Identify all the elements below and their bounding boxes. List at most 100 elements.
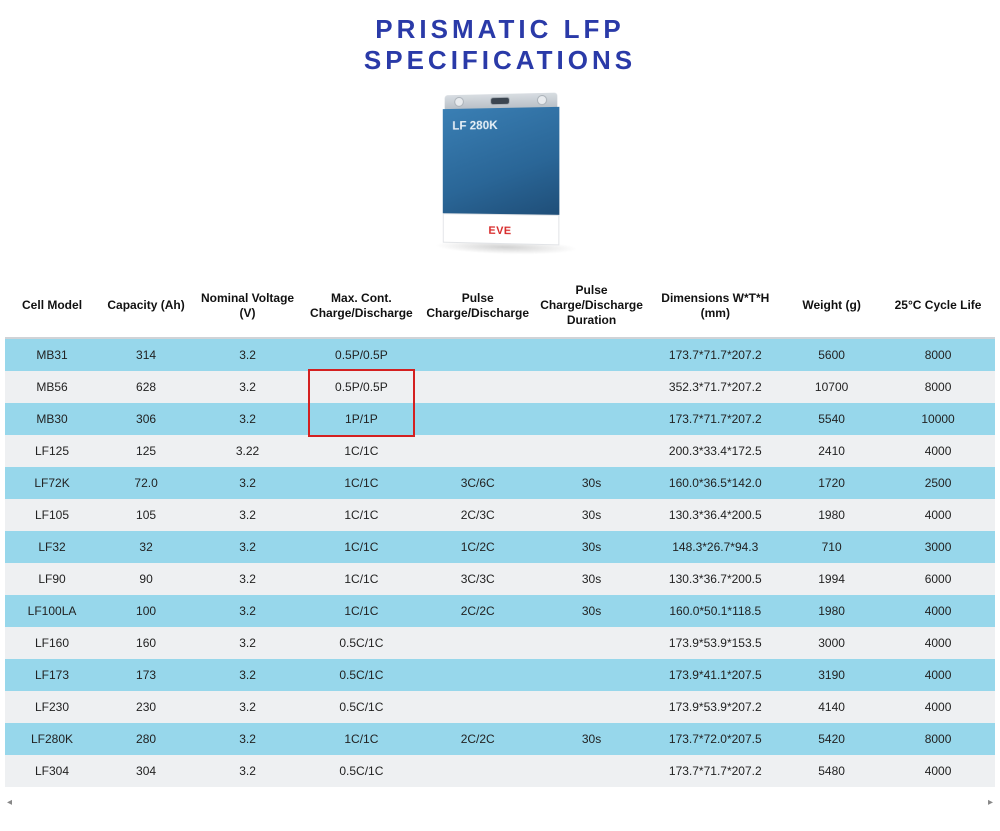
cell-weight: 3190 xyxy=(782,659,881,691)
cell-pdur: 30s xyxy=(535,499,649,531)
table-row: LF1601603.20.5C/1C173.9*53.9*153.5300040… xyxy=(5,627,995,659)
table-row: MB303063.21P/1P173.7*71.7*207.2554010000 xyxy=(5,403,995,435)
battery-illustration: LF 280K EVE xyxy=(443,93,560,248)
spec-table: Cell Model Capacity (Ah) Nominal Voltage… xyxy=(5,274,995,787)
battery-base: EVE xyxy=(443,214,560,246)
header-row: Cell Model Capacity (Ah) Nominal Voltage… xyxy=(5,274,995,338)
cell-model: MB31 xyxy=(5,338,99,371)
title-line-2: SPECIFICATIONS xyxy=(364,45,636,75)
cell-cycle: 3000 xyxy=(881,531,995,563)
cell-model: LF72K xyxy=(5,467,99,499)
cell-cycle: 6000 xyxy=(881,563,995,595)
cell-model: LF100LA xyxy=(5,595,99,627)
cell-pdur xyxy=(535,691,649,723)
cell-voltage: 3.2 xyxy=(193,563,302,595)
cell-dim: 173.7*71.7*207.2 xyxy=(648,338,782,371)
scroll-hint: ◂ ▸ xyxy=(5,797,995,808)
table-row: LF1051053.21C/1C2C/3C30s130.3*36.4*200.5… xyxy=(5,499,995,531)
cell-pdur xyxy=(535,338,649,371)
cell-weight: 5420 xyxy=(782,723,881,755)
table-row: LF3043043.20.5C/1C173.7*71.7*207.2548040… xyxy=(5,755,995,787)
cell-voltage: 3.2 xyxy=(193,467,302,499)
cell-pulse: 2C/2C xyxy=(421,595,535,627)
cell-maxcd: 0.5P/0.5P xyxy=(302,371,421,403)
spec-table-container[interactable]: Cell Model Capacity (Ah) Nominal Voltage… xyxy=(5,274,995,797)
cell-capacity: 628 xyxy=(99,371,193,403)
cell-voltage: 3.2 xyxy=(193,723,302,755)
cell-weight: 4140 xyxy=(782,691,881,723)
cell-capacity: 314 xyxy=(99,338,193,371)
cell-pdur xyxy=(535,435,649,467)
cell-maxcd: 1C/1C xyxy=(302,563,421,595)
cell-capacity: 32 xyxy=(99,531,193,563)
cell-dim: 352.3*71.7*207.2 xyxy=(648,371,782,403)
cell-model: LF304 xyxy=(5,755,99,787)
col-header-voltage: Nominal Voltage (V) xyxy=(193,274,302,338)
product-image: LF 280K EVE xyxy=(5,94,995,246)
cell-dim: 173.9*53.9*153.5 xyxy=(648,627,782,659)
col-header-dim: Dimensions W*T*H (mm) xyxy=(648,274,782,338)
cell-dim: 173.9*41.1*207.5 xyxy=(648,659,782,691)
cell-pulse xyxy=(421,403,535,435)
cell-cycle: 4000 xyxy=(881,659,995,691)
table-row: LF1731733.20.5C/1C173.9*41.1*207.5319040… xyxy=(5,659,995,691)
col-header-pulse: Pulse Charge/Discharge xyxy=(421,274,535,338)
cell-pulse xyxy=(421,755,535,787)
cell-dim: 130.3*36.7*200.5 xyxy=(648,563,782,595)
cell-pulse: 2C/3C xyxy=(421,499,535,531)
scroll-left-icon: ◂ xyxy=(7,797,12,808)
cell-dim: 200.3*33.4*172.5 xyxy=(648,435,782,467)
battery-terminal-right xyxy=(537,95,547,105)
cell-model: LF173 xyxy=(5,659,99,691)
cell-pulse xyxy=(421,691,535,723)
cell-weight: 710 xyxy=(782,531,881,563)
cell-maxcd: 0.5C/1C xyxy=(302,659,421,691)
cell-maxcd: 1C/1C xyxy=(302,595,421,627)
cell-voltage: 3.2 xyxy=(193,755,302,787)
spec-table-body: MB313143.20.5P/0.5P173.7*71.7*207.256008… xyxy=(5,338,995,787)
cell-pulse: 3C/3C xyxy=(421,563,535,595)
cell-model: LF90 xyxy=(5,563,99,595)
cell-model: LF230 xyxy=(5,691,99,723)
cell-pulse: 2C/2C xyxy=(421,723,535,755)
cell-pulse xyxy=(421,338,535,371)
cell-pdur xyxy=(535,403,649,435)
col-header-weight: Weight (g) xyxy=(782,274,881,338)
cell-capacity: 230 xyxy=(99,691,193,723)
col-header-model: Cell Model xyxy=(5,274,99,338)
title-line-1: PRISMATIC LFP xyxy=(375,14,624,44)
cell-voltage: 3.2 xyxy=(193,531,302,563)
cell-weight: 5600 xyxy=(782,338,881,371)
battery-model-text: LF 280K xyxy=(452,118,549,133)
table-row: LF90903.21C/1C3C/3C30s130.3*36.7*200.519… xyxy=(5,563,995,595)
cell-voltage: 3.2 xyxy=(193,595,302,627)
cell-model: LF105 xyxy=(5,499,99,531)
cell-maxcd: 1P/1P xyxy=(302,403,421,435)
table-row: LF2302303.20.5C/1C173.9*53.9*207.2414040… xyxy=(5,691,995,723)
cell-cycle: 8000 xyxy=(881,723,995,755)
cell-cycle: 4000 xyxy=(881,691,995,723)
cell-cycle: 8000 xyxy=(881,371,995,403)
col-header-capacity: Capacity (Ah) xyxy=(99,274,193,338)
cell-cycle: 4000 xyxy=(881,755,995,787)
cell-weight: 5540 xyxy=(782,403,881,435)
cell-capacity: 125 xyxy=(99,435,193,467)
cell-dim: 130.3*36.4*200.5 xyxy=(648,499,782,531)
cell-weight: 1980 xyxy=(782,499,881,531)
cell-pdur xyxy=(535,627,649,659)
cell-capacity: 100 xyxy=(99,595,193,627)
cell-cycle: 4000 xyxy=(881,435,995,467)
cell-voltage: 3.2 xyxy=(193,659,302,691)
cell-pulse: 3C/6C xyxy=(421,467,535,499)
cell-weight: 1994 xyxy=(782,563,881,595)
cell-capacity: 90 xyxy=(99,563,193,595)
cell-cycle: 10000 xyxy=(881,403,995,435)
cell-weight: 10700 xyxy=(782,371,881,403)
cell-dim: 160.0*50.1*118.5 xyxy=(648,595,782,627)
cell-weight: 2410 xyxy=(782,435,881,467)
cell-model: LF125 xyxy=(5,435,99,467)
battery-terminal-center xyxy=(490,97,510,105)
cell-pulse xyxy=(421,659,535,691)
cell-dim: 173.9*53.9*207.2 xyxy=(648,691,782,723)
cell-cycle: 4000 xyxy=(881,595,995,627)
